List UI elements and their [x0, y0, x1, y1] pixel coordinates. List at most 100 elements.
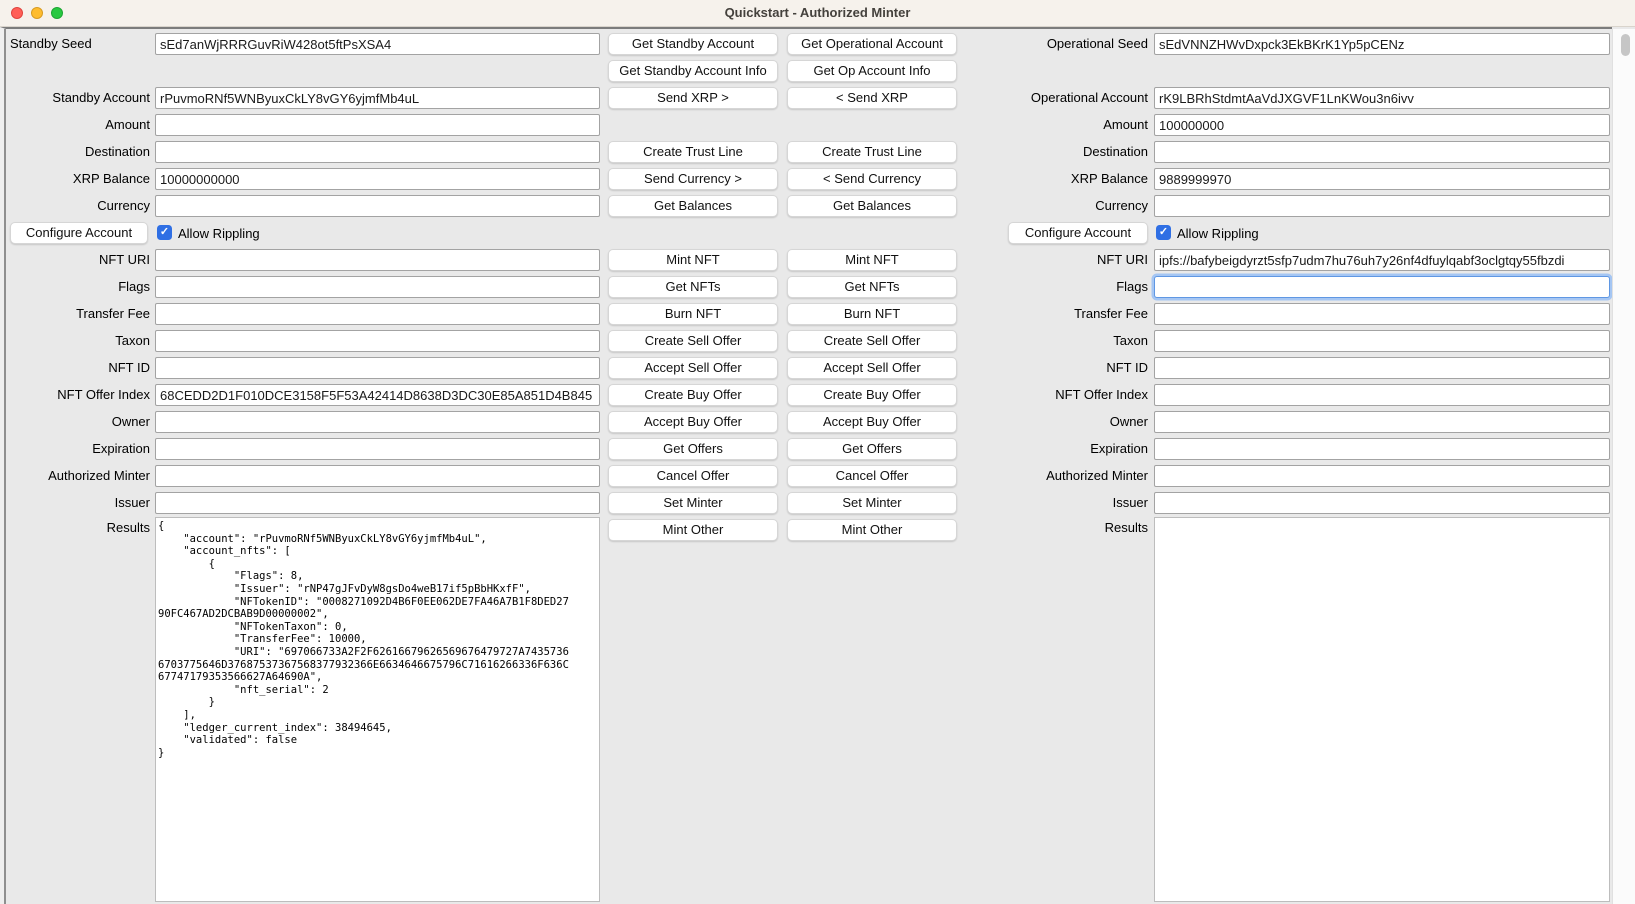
standby-expiration-label: Expiration	[10, 438, 150, 460]
standby-taxon-input[interactable]	[155, 330, 600, 352]
operational-create-buy-offer-button[interactable]: Create Buy Offer	[787, 384, 957, 406]
standby-destination-label: Destination	[10, 141, 150, 163]
get-standby-account-info-button[interactable]: Get Standby Account Info	[608, 60, 778, 82]
standby-expiration-input[interactable]	[155, 438, 600, 460]
window-title: Quickstart - Authorized Minter	[0, 5, 1635, 20]
operational-nft-offer-index-label: NFT Offer Index	[965, 384, 1148, 406]
standby-nft-uri-input[interactable]	[155, 249, 600, 271]
standby-flags-label: Flags	[10, 276, 150, 298]
standby-amount-label: Amount	[10, 114, 150, 136]
standby-account-label: Standby Account	[10, 87, 150, 109]
operational-authorized-minter-input[interactable]	[1154, 465, 1610, 487]
standby-results-label: Results	[10, 517, 150, 539]
standby-create-sell-offer-button[interactable]: Create Sell Offer	[608, 330, 778, 352]
standby-cancel-offer-button[interactable]: Cancel Offer	[608, 465, 778, 487]
standby-flags-input[interactable]	[155, 276, 600, 298]
checkmark-icon: ✓	[160, 226, 169, 238]
operational-nft-uri-label: NFT URI	[965, 249, 1148, 271]
standby-destination-input[interactable]	[155, 141, 600, 163]
standby-get-offers-button[interactable]: Get Offers	[608, 438, 778, 460]
standby-authorized-minter-label: Authorized Minter	[10, 465, 150, 487]
standby-issuer-label: Issuer	[10, 492, 150, 514]
standby-create-trust-line-button[interactable]: Create Trust Line	[608, 141, 778, 163]
standby-configure-account-button[interactable]: Configure Account	[10, 222, 148, 244]
standby-seed-input[interactable]	[155, 33, 600, 55]
operational-amount-input[interactable]	[1154, 114, 1610, 136]
operational-set-minter-button[interactable]: Set Minter	[787, 492, 957, 514]
vertical-scrollbar[interactable]	[1612, 29, 1635, 904]
send-currency-to-standby-button[interactable]: < Send Currency	[787, 168, 957, 190]
operational-destination-input[interactable]	[1154, 141, 1610, 163]
send-xrp-to-standby-button[interactable]: < Send XRP	[787, 87, 957, 109]
standby-get-nfts-button[interactable]: Get NFTs	[608, 276, 778, 298]
get-standby-account-button[interactable]: Get Standby Account	[608, 33, 778, 55]
standby-set-minter-button[interactable]: Set Minter	[608, 492, 778, 514]
checkmark-icon: ✓	[1159, 226, 1168, 238]
operational-owner-input[interactable]	[1154, 411, 1610, 433]
operational-accept-buy-offer-button[interactable]: Accept Buy Offer	[787, 411, 957, 433]
operational-taxon-label: Taxon	[965, 330, 1148, 352]
operational-get-nfts-button[interactable]: Get NFTs	[787, 276, 957, 298]
operational-accept-sell-offer-button[interactable]: Accept Sell Offer	[787, 357, 957, 379]
standby-burn-nft-button[interactable]: Burn NFT	[608, 303, 778, 325]
operational-configure-account-button[interactable]: Configure Account	[1008, 222, 1148, 244]
operational-nft-id-label: NFT ID	[965, 357, 1148, 379]
standby-transfer-fee-input[interactable]	[155, 303, 600, 325]
operational-xrp-balance-label: XRP Balance	[965, 168, 1148, 190]
operational-mint-nft-button[interactable]: Mint NFT	[787, 249, 957, 271]
window-left-border	[4, 29, 6, 904]
operational-currency-label: Currency	[965, 195, 1148, 217]
standby-issuer-input[interactable]	[155, 492, 600, 514]
operational-currency-input[interactable]	[1154, 195, 1610, 217]
operational-nft-uri-input[interactable]	[1154, 249, 1610, 271]
operational-results-label: Results	[965, 517, 1148, 539]
operational-flags-input[interactable]	[1154, 276, 1610, 298]
standby-currency-input[interactable]	[155, 195, 600, 217]
standby-results-textarea[interactable]: { "account": "rPuvmoRNf5WNByuxCkLY8vGY6y…	[155, 517, 600, 902]
standby-account-input[interactable]	[155, 87, 600, 109]
operational-cancel-offer-button[interactable]: Cancel Offer	[787, 465, 957, 487]
operational-allow-rippling-checkbox[interactable]: ✓	[1156, 225, 1171, 240]
operational-nft-offer-index-input[interactable]	[1154, 384, 1610, 406]
standby-allow-rippling-label: Allow Rippling	[178, 225, 260, 247]
send-currency-to-operational-button[interactable]: Send Currency >	[608, 168, 778, 190]
operational-create-trust-line-button[interactable]: Create Trust Line	[787, 141, 957, 163]
operational-authorized-minter-label: Authorized Minter	[965, 465, 1148, 487]
standby-create-buy-offer-button[interactable]: Create Buy Offer	[608, 384, 778, 406]
operational-transfer-fee-input[interactable]	[1154, 303, 1610, 325]
operational-xrp-balance-input[interactable]	[1154, 168, 1610, 190]
get-op-account-info-button[interactable]: Get Op Account Info	[787, 60, 957, 82]
standby-mint-nft-button[interactable]: Mint NFT	[608, 249, 778, 271]
operational-get-balances-button[interactable]: Get Balances	[787, 195, 957, 217]
operational-account-input[interactable]	[1154, 87, 1610, 109]
operational-burn-nft-button[interactable]: Burn NFT	[787, 303, 957, 325]
operational-nft-id-input[interactable]	[1154, 357, 1610, 379]
operational-expiration-input[interactable]	[1154, 438, 1610, 460]
standby-amount-input[interactable]	[155, 114, 600, 136]
standby-nft-id-input[interactable]	[155, 357, 600, 379]
standby-get-balances-button[interactable]: Get Balances	[608, 195, 778, 217]
operational-seed-input[interactable]	[1154, 33, 1610, 55]
operational-results-textarea[interactable]	[1154, 517, 1610, 902]
operational-create-sell-offer-button[interactable]: Create Sell Offer	[787, 330, 957, 352]
standby-currency-label: Currency	[10, 195, 150, 217]
operational-amount-label: Amount	[965, 114, 1148, 136]
standby-xrp-balance-input[interactable]	[155, 168, 600, 190]
get-operational-account-button[interactable]: Get Operational Account	[787, 33, 957, 55]
operational-taxon-input[interactable]	[1154, 330, 1610, 352]
scrollbar-thumb[interactable]	[1621, 34, 1630, 56]
standby-accept-buy-offer-button[interactable]: Accept Buy Offer	[608, 411, 778, 433]
operational-seed-label: Operational Seed	[965, 33, 1148, 55]
operational-get-offers-button[interactable]: Get Offers	[787, 438, 957, 460]
operational-issuer-label: Issuer	[965, 492, 1148, 514]
standby-allow-rippling-checkbox[interactable]: ✓	[157, 225, 172, 240]
standby-authorized-minter-input[interactable]	[155, 465, 600, 487]
standby-accept-sell-offer-button[interactable]: Accept Sell Offer	[608, 357, 778, 379]
operational-issuer-input[interactable]	[1154, 492, 1610, 514]
operational-destination-label: Destination	[965, 141, 1148, 163]
standby-mint-other-button[interactable]: Mint Other	[608, 519, 778, 541]
standby-nft-offer-index-input[interactable]	[155, 384, 600, 406]
standby-owner-input[interactable]	[155, 411, 600, 433]
operational-mint-other-button[interactable]: Mint Other	[787, 519, 957, 541]
send-xrp-to-operational-button[interactable]: Send XRP >	[608, 87, 778, 109]
